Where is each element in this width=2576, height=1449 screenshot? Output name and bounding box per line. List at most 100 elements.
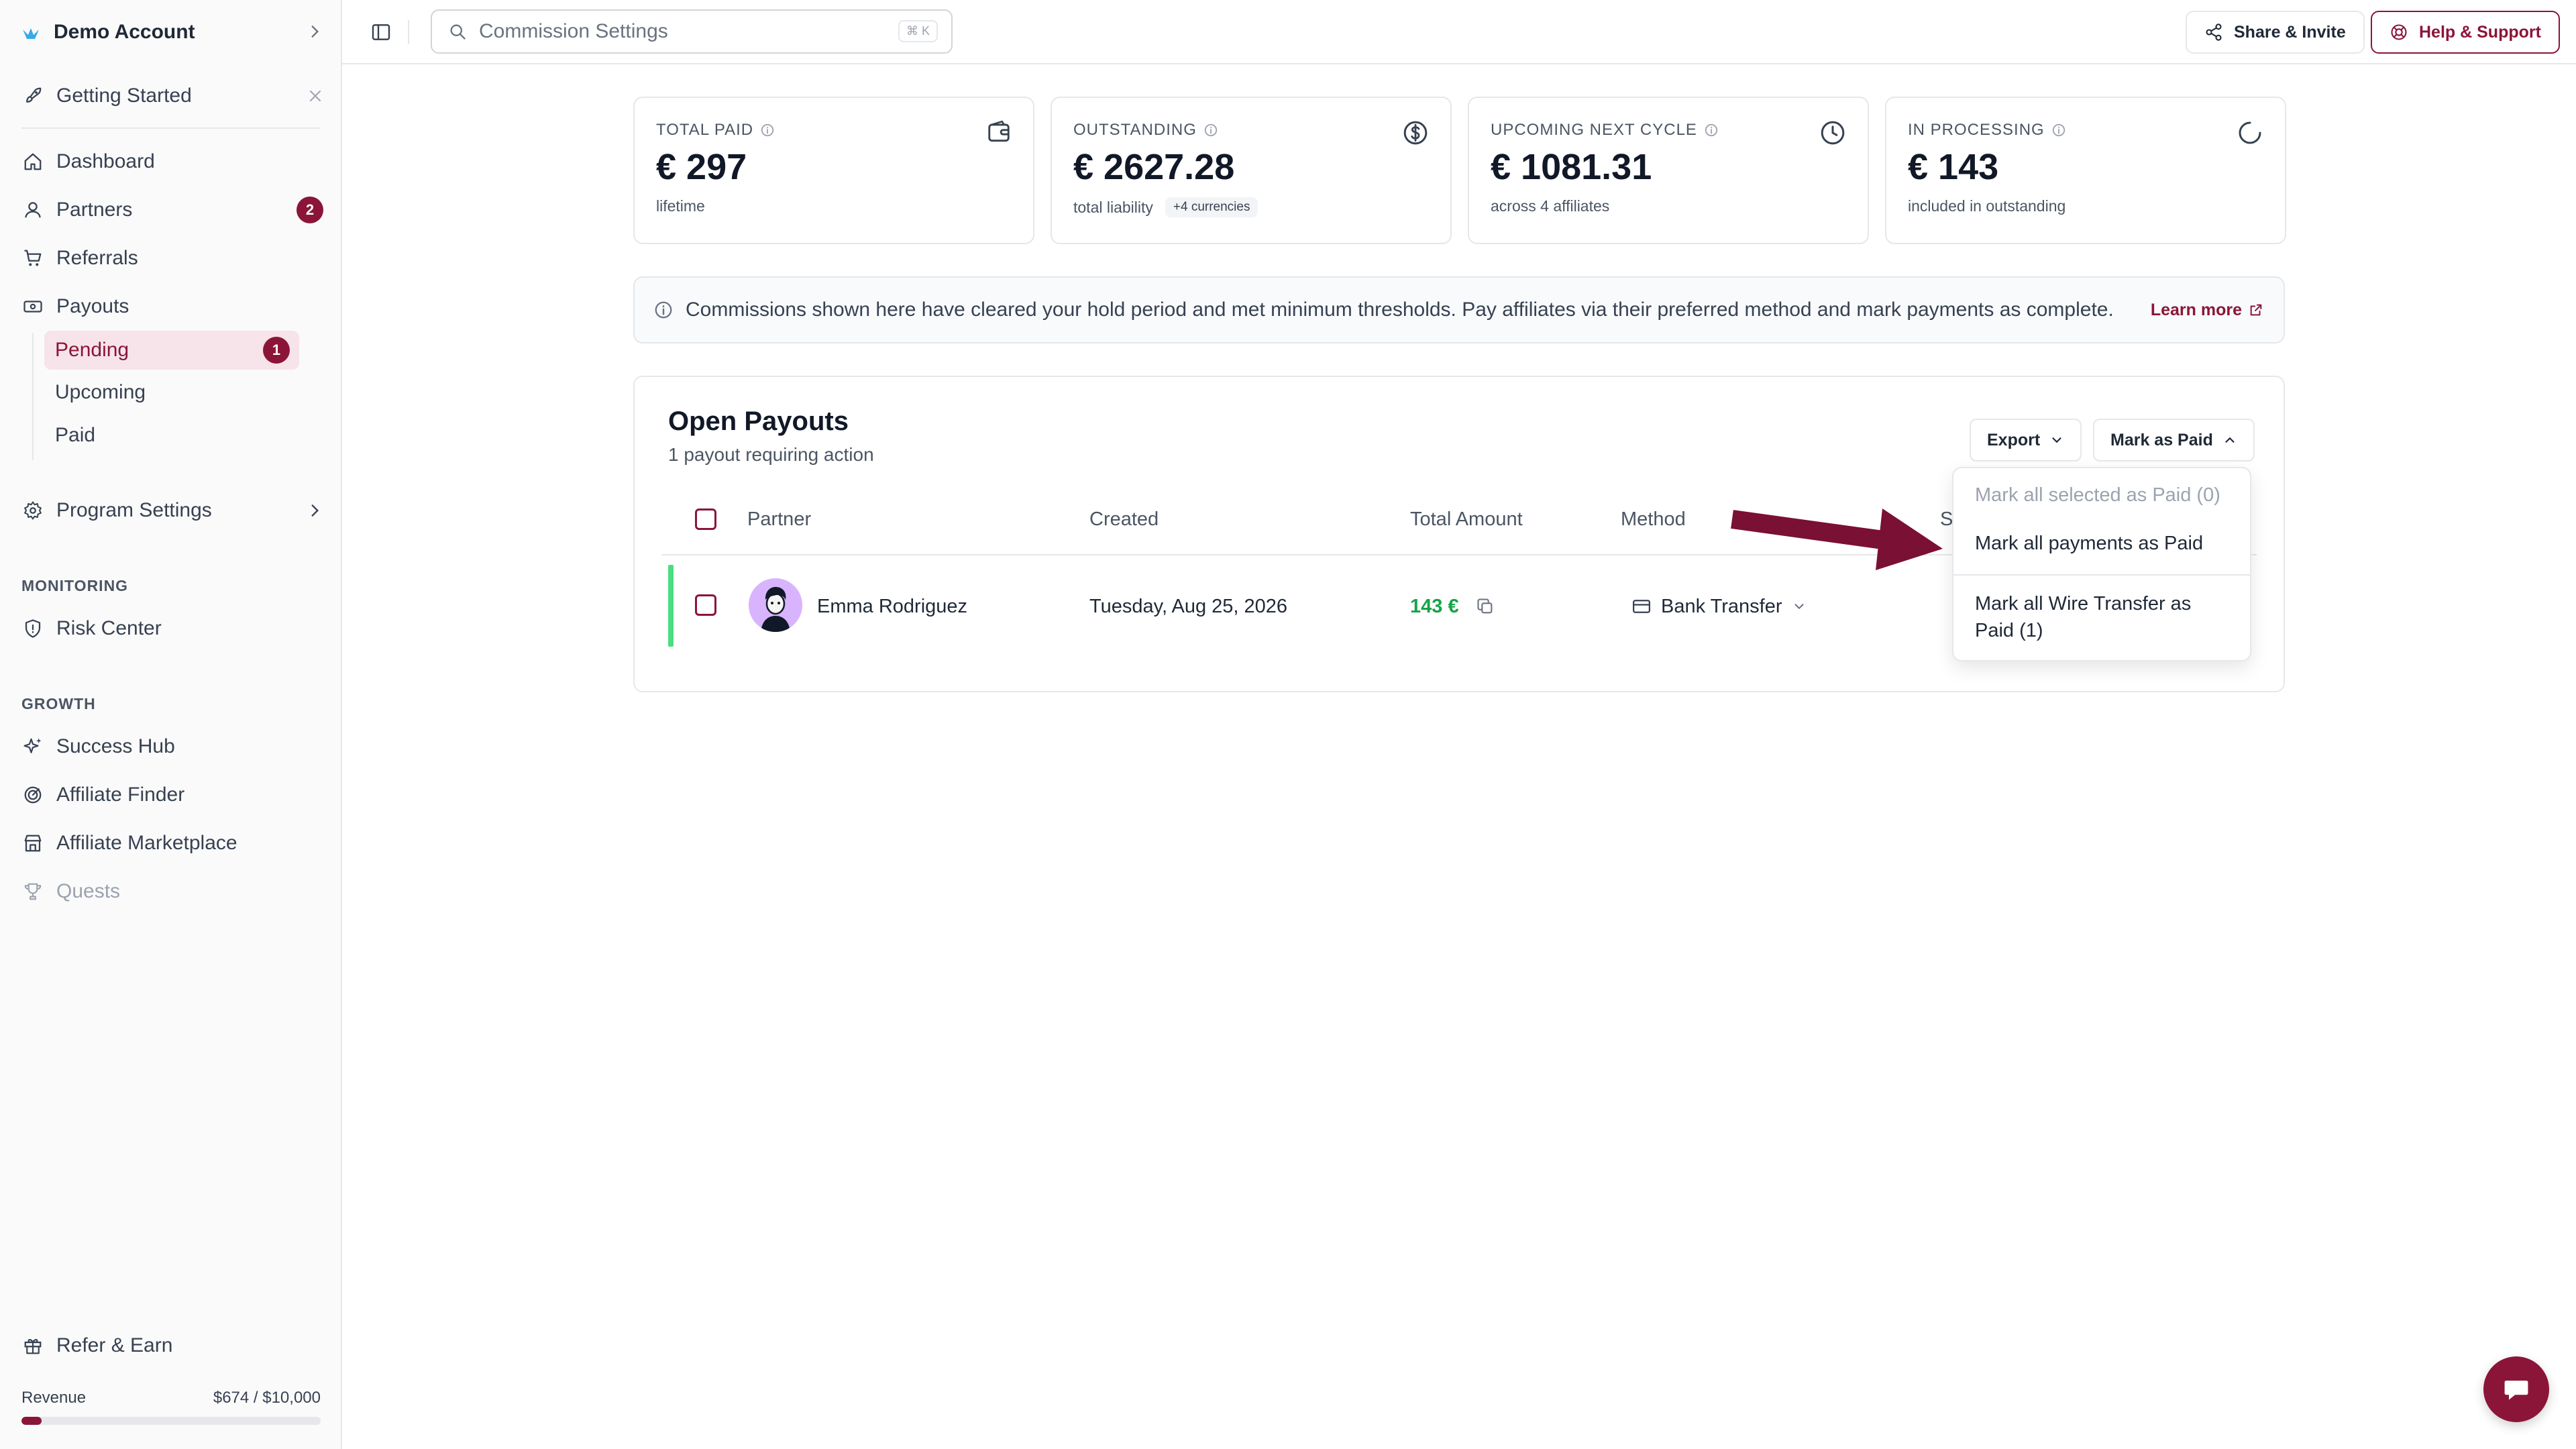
- annotation-arrow-icon: [1731, 508, 1943, 570]
- close-icon[interactable]: [307, 88, 323, 104]
- getting-started-item[interactable]: Getting Started: [21, 77, 323, 115]
- chat-bubble-icon: [2504, 1381, 2528, 1400]
- pending-badge: 1: [263, 337, 290, 364]
- gift-icon: [21, 1334, 44, 1357]
- sidebar-item-success-hub[interactable]: Success Hub: [21, 728, 323, 765]
- menu-item-mark-all-paid[interactable]: Mark all payments as Paid: [1975, 530, 2203, 557]
- chevron-right-icon: [311, 504, 319, 517]
- sidebar-item-dashboard[interactable]: Dashboard: [21, 143, 323, 180]
- sidebar: Demo Account Getting Started Dashboard P…: [0, 0, 342, 1449]
- stat-label-text: IN PROCESSING: [1908, 121, 2045, 139]
- external-link-icon: [2250, 304, 2262, 316]
- stat-subtext: total liability +4 currencies: [1073, 197, 1258, 217]
- copy-icon[interactable]: [1476, 597, 1495, 616]
- sidebar-item-label: Success Hub: [56, 735, 175, 757]
- payout-method-select[interactable]: Bank Transfer: [1631, 592, 1807, 621]
- chat-launcher-button[interactable]: [2483, 1356, 2549, 1422]
- revenue-progress: Revenue $674 / $10,000: [21, 1389, 321, 1425]
- column-header-method[interactable]: Method: [1621, 508, 1686, 531]
- stat-label-text: TOTAL PAID: [656, 121, 754, 139]
- stat-label-text: UPCOMING NEXT CYCLE: [1491, 121, 1697, 139]
- trophy-icon: [21, 880, 44, 903]
- sidebar-item-referrals[interactable]: Referrals: [21, 239, 323, 277]
- submenu-guide-line: [32, 333, 34, 460]
- select-all-checkbox[interactable]: [695, 508, 716, 530]
- sidebar-item-label: Dashboard: [56, 150, 155, 172]
- help-support-button[interactable]: Help & Support: [2371, 11, 2560, 54]
- partner-name[interactable]: Emma Rodriguez: [817, 596, 967, 618]
- dollar-circle-icon: [1402, 119, 1429, 146]
- menu-item-line: Mark all Wire Transfer as: [1975, 593, 2192, 614]
- sidebar-item-risk-center[interactable]: Risk Center: [21, 610, 323, 647]
- menu-item-mark-wire-transfer-paid[interactable]: Mark all Wire Transfer as Paid (1): [1975, 590, 2191, 644]
- avatar: [749, 578, 802, 632]
- loader-icon: [2237, 119, 2263, 146]
- stat-value: € 143: [1908, 147, 1999, 187]
- rocket-icon: [21, 85, 44, 107]
- export-button[interactable]: Export: [1970, 419, 2082, 462]
- stat-subtext: included in outstanding: [1908, 197, 2065, 215]
- currencies-chip[interactable]: +4 currencies: [1165, 197, 1258, 217]
- info-icon[interactable]: [1704, 123, 1719, 138]
- sidebar-item-label: Upcoming: [55, 381, 146, 403]
- row-checkbox[interactable]: [695, 594, 716, 616]
- chevron-down-icon: [1794, 604, 1804, 610]
- stat-label: TOTAL PAID: [656, 121, 775, 140]
- sidebar-item-quests[interactable]: Quests: [21, 873, 323, 910]
- sidebar-item-label: Payouts: [56, 295, 129, 317]
- cart-icon: [21, 247, 44, 270]
- sidebar-item-label: Program Settings: [56, 499, 212, 521]
- sidebar-item-upcoming[interactable]: Upcoming: [44, 373, 299, 412]
- stat-subtext-label: total liability: [1073, 198, 1153, 216]
- info-banner-text: Commissions shown here have cleared your…: [686, 299, 2114, 321]
- sidebar-item-partners[interactable]: Partners 2: [21, 191, 323, 229]
- search-shortcut: ⌘ K: [898, 20, 938, 42]
- account-switcher[interactable]: Demo Account: [21, 15, 323, 50]
- revenue-bar-fill: [21, 1417, 42, 1425]
- stat-subtext: across 4 affiliates: [1491, 197, 1609, 215]
- info-icon[interactable]: [760, 123, 775, 138]
- radar-icon: [21, 784, 44, 806]
- stat-card-outstanding: OUTSTANDING € 2627.28 total liability +4…: [1051, 97, 1452, 244]
- sidebar-item-refer-earn[interactable]: Refer & Earn: [21, 1327, 323, 1364]
- sparkles-icon: [21, 735, 44, 758]
- search-input[interactable]: Commission Settings ⌘ K: [431, 9, 953, 54]
- info-icon: [655, 301, 672, 319]
- sidebar-item-label: Affiliate Finder: [56, 784, 185, 806]
- sidebar-item-affiliate-finder[interactable]: Affiliate Finder: [21, 776, 323, 814]
- home-icon: [21, 150, 44, 173]
- clock-icon: [1819, 119, 1846, 146]
- stat-card-total-paid: TOTAL PAID € 297 lifetime: [633, 97, 1034, 244]
- sidebar-item-program-settings[interactable]: Program Settings: [21, 492, 323, 529]
- stat-label: IN PROCESSING: [1908, 121, 2066, 140]
- sidebar-toggle-icon[interactable]: [370, 21, 392, 43]
- sidebar-item-affiliate-marketplace[interactable]: Affiliate Marketplace: [21, 824, 323, 862]
- chevron-down-icon: [2052, 437, 2061, 443]
- shield-icon: [21, 617, 44, 640]
- stat-value: € 297: [656, 147, 747, 187]
- share-invite-label: Share & Invite: [2234, 22, 2346, 42]
- share-icon: [2206, 23, 2222, 41]
- export-label: Export: [1987, 430, 2041, 449]
- sidebar-item-paid[interactable]: Paid: [44, 416, 299, 455]
- sidebar-item-label: Pending: [55, 339, 129, 361]
- stat-subtext-label: lifetime: [656, 197, 705, 215]
- user-icon: [21, 199, 44, 221]
- stat-subtext-label: across 4 affiliates: [1491, 197, 1610, 215]
- menu-item-mark-selected-paid[interactable]: Mark all selected as Paid (0): [1975, 482, 2220, 508]
- mark-as-paid-button[interactable]: Mark as Paid: [2093, 419, 2255, 462]
- info-icon[interactable]: [1203, 123, 1218, 138]
- share-invite-button[interactable]: Share & Invite: [2186, 11, 2365, 54]
- sidebar-item-label: Partners: [56, 199, 133, 221]
- section-label-growth: GROWTH: [21, 695, 96, 712]
- sidebar-item-payouts[interactable]: Payouts: [21, 288, 323, 325]
- revenue-value: $674 / $10,000: [213, 1389, 321, 1407]
- sidebar-item-label: Affiliate Marketplace: [56, 832, 237, 854]
- sidebar-item-pending[interactable]: Pending 1: [44, 331, 299, 370]
- info-icon[interactable]: [2051, 123, 2066, 138]
- column-header-partner[interactable]: Partner: [747, 508, 811, 531]
- learn-more-link[interactable]: Learn more: [2151, 301, 2263, 320]
- column-header-created[interactable]: Created: [1089, 508, 1159, 531]
- column-header-total-amount[interactable]: Total Amount: [1410, 508, 1523, 531]
- account-name: Demo Account: [54, 21, 195, 43]
